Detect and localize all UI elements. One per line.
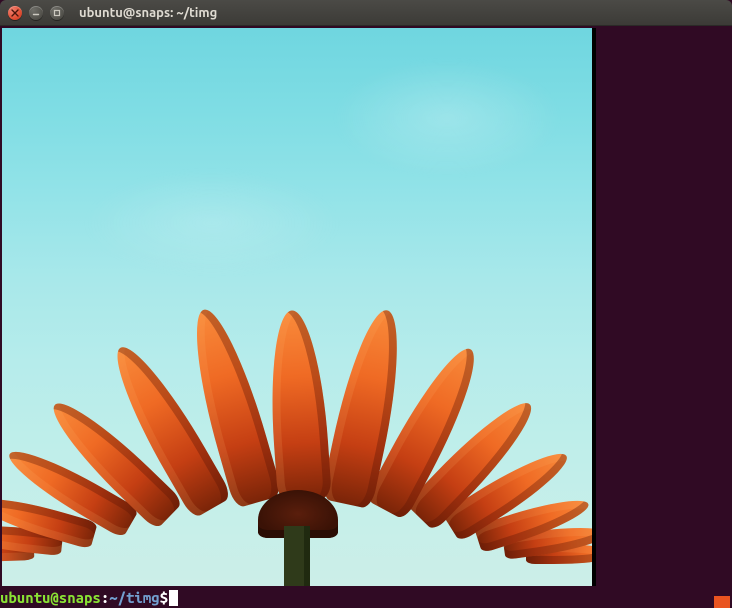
sky-cloud-icon	[332, 58, 562, 178]
window-titlebar: ubuntu@snaps: ~/timg	[0, 0, 732, 26]
prompt-symbol: $	[160, 588, 168, 608]
window-title: ubuntu@snaps: ~/timg	[79, 6, 217, 20]
minimize-icon[interactable]	[29, 6, 43, 20]
close-icon[interactable]	[8, 6, 22, 20]
terminal-viewport[interactable]: ubuntu@snaps:~/timg$	[0, 26, 732, 608]
cursor-icon	[169, 590, 178, 606]
prompt-path: ~/timg	[109, 588, 159, 608]
flower-stem-icon	[284, 526, 310, 586]
prompt-separator: :	[101, 588, 109, 608]
terminal-image-output	[2, 28, 596, 586]
shell-prompt[interactable]: ubuntu@snaps:~/timg$	[0, 588, 732, 608]
prompt-user-host: ubuntu@snaps	[0, 588, 101, 608]
maximize-icon[interactable]	[50, 6, 64, 20]
accent-strip	[714, 596, 730, 608]
flower-image-icon	[2, 226, 596, 586]
